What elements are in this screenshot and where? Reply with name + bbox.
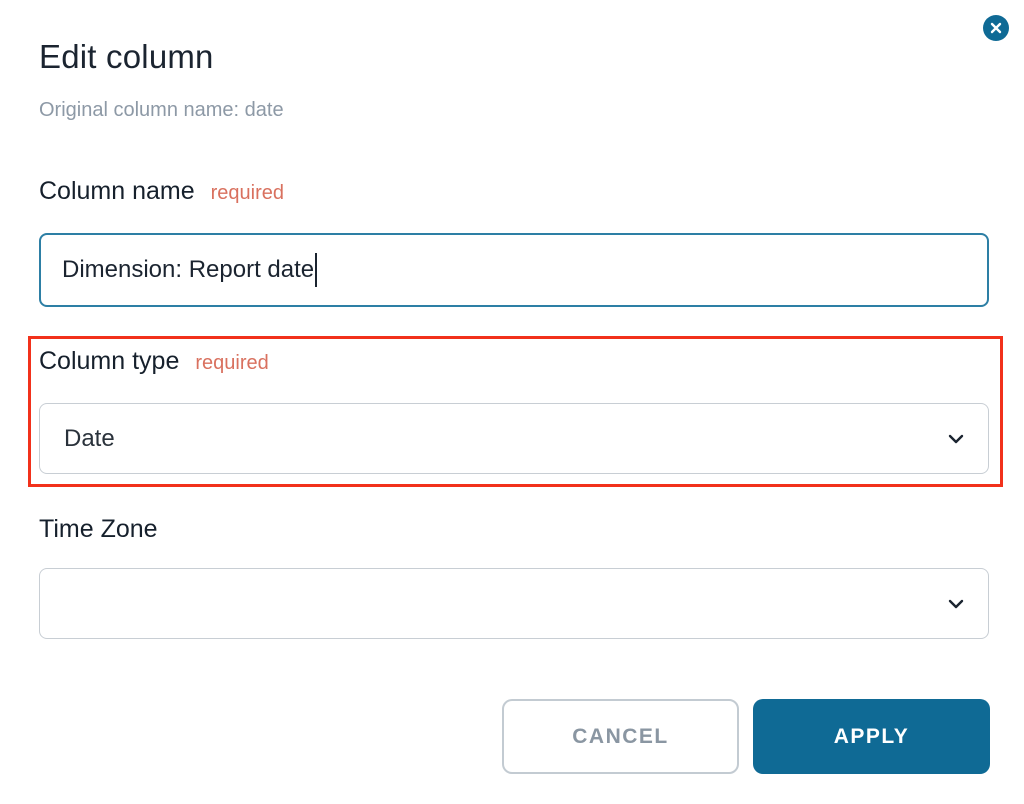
time-zone-label: Time Zone: [39, 515, 158, 544]
text-cursor: [315, 253, 318, 287]
close-icon: [990, 22, 1002, 34]
column-type-label-text: Column type: [39, 347, 180, 375]
column-name-input[interactable]: Dimension: Report date: [39, 233, 989, 307]
column-name-value: Dimension: Report date: [62, 256, 315, 283]
chevron-down-icon: [948, 599, 964, 608]
column-type-select[interactable]: Date: [39, 403, 989, 474]
apply-button[interactable]: APPLY: [753, 699, 990, 774]
time-zone-label-text: Time Zone: [39, 515, 158, 543]
required-indicator: required: [195, 352, 269, 374]
dialog-title: Edit column: [39, 38, 214, 75]
required-indicator: required: [210, 182, 285, 204]
column-name-label: Column name required: [39, 177, 284, 206]
time-zone-select[interactable]: [39, 568, 989, 639]
close-button[interactable]: [983, 15, 1009, 41]
dialog-subtitle: Original column name: date: [39, 99, 284, 121]
column-type-label: Column type required: [39, 347, 269, 376]
cancel-button[interactable]: CANCEL: [502, 699, 739, 774]
column-name-label-text: Column name: [39, 177, 195, 205]
chevron-down-icon: [948, 434, 964, 443]
column-type-selected-value: Date: [64, 424, 115, 452]
